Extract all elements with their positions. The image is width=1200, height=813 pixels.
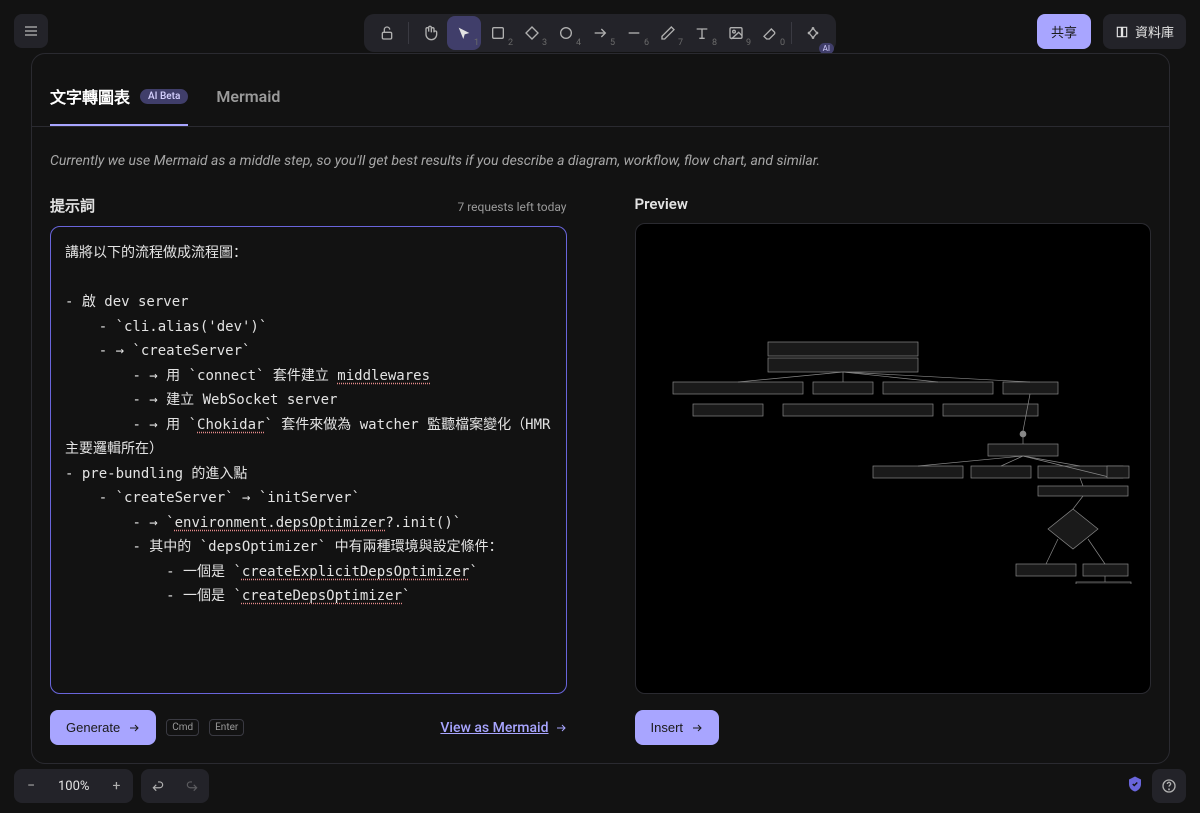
tool-shortcut: 0: [780, 38, 785, 48]
tool-text[interactable]: 8: [685, 16, 719, 50]
hint-text: Currently we use Mermaid as a middle ste…: [32, 127, 1169, 169]
shield-icon[interactable]: [1126, 775, 1144, 797]
undo-button[interactable]: [141, 769, 175, 803]
tool-image[interactable]: 9: [719, 16, 753, 50]
tool-diamond[interactable]: 3: [515, 16, 549, 50]
main-toolbar: 1 2 3 4 5 6 7 8 9 0 AI: [364, 14, 836, 52]
tool-shortcut: 7: [678, 38, 683, 48]
tool-ellipse[interactable]: 4: [549, 16, 583, 50]
share-button[interactable]: 共享: [1037, 14, 1091, 49]
tool-draw[interactable]: 7: [651, 16, 685, 50]
insert-label: Insert: [651, 720, 684, 735]
arrow-right-icon: [691, 722, 703, 734]
insert-button[interactable]: Insert: [635, 710, 720, 745]
help-button[interactable]: [1152, 769, 1186, 803]
tool-shortcut: 8: [712, 38, 717, 48]
tool-shortcut: 9: [746, 38, 751, 48]
view-mermaid-label: View as Mermaid: [440, 720, 548, 736]
tab-bar: 文字轉圖表 AI Beta Mermaid: [32, 54, 1169, 127]
tab-label: Mermaid: [216, 87, 280, 106]
tool-selection[interactable]: 1: [447, 16, 481, 50]
tool-arrow[interactable]: 5: [583, 16, 617, 50]
kbd-enter: Enter: [209, 719, 244, 736]
ai-beta-badge: AI Beta: [140, 89, 188, 104]
view-as-mermaid-link[interactable]: View as Mermaid: [440, 720, 566, 736]
generate-button[interactable]: Generate: [50, 710, 156, 745]
tool-shortcut: 2: [508, 38, 513, 48]
arrow-right-icon: [555, 722, 567, 734]
tool-lock[interactable]: [370, 16, 404, 50]
library-label: 資料庫: [1135, 22, 1174, 41]
zoom-level[interactable]: 100%: [48, 779, 99, 794]
toolbar-divider: [791, 22, 792, 44]
tool-eraser[interactable]: 0: [753, 16, 787, 50]
tool-shortcut: 4: [576, 38, 581, 48]
undo-redo-controls: [141, 769, 209, 803]
redo-button[interactable]: [175, 769, 209, 803]
kbd-cmd: Cmd: [166, 719, 199, 736]
toolbar-divider: [408, 22, 409, 44]
tool-more[interactable]: AI: [796, 16, 830, 50]
tab-mermaid[interactable]: Mermaid: [216, 54, 280, 126]
preview-canvas[interactable]: [635, 223, 1152, 694]
tool-shortcut: 3: [542, 38, 547, 48]
prompt-input[interactable]: 講將以下的流程做成流程圖： - 啟 dev server - `cli.alia…: [50, 226, 567, 694]
quota-text: 7 requests left today: [457, 200, 566, 214]
tool-shortcut: 1: [474, 38, 479, 48]
generate-label: Generate: [66, 720, 120, 735]
prompt-title: 提示詞: [50, 195, 95, 216]
tool-hand[interactable]: [413, 16, 447, 50]
zoom-in-button[interactable]: +: [99, 769, 133, 803]
tool-shortcut: 6: [644, 38, 649, 48]
tab-text-to-diagram[interactable]: 文字轉圖表 AI Beta: [50, 54, 188, 126]
main-menu-button[interactable]: [14, 14, 48, 48]
tool-line[interactable]: 6: [617, 16, 651, 50]
library-button[interactable]: 資料庫: [1103, 14, 1186, 49]
zoom-out-button[interactable]: −: [14, 769, 48, 803]
text-to-diagram-panel: 文字轉圖表 AI Beta Mermaid Currently we use M…: [31, 53, 1170, 764]
flowchart-preview: [653, 334, 1133, 584]
tool-rectangle[interactable]: 2: [481, 16, 515, 50]
tool-shortcut: 5: [610, 38, 615, 48]
arrow-right-icon: [128, 722, 140, 734]
tab-label: 文字轉圖表: [50, 84, 130, 108]
preview-title: Preview: [635, 195, 688, 213]
zoom-controls: − 100% +: [14, 769, 133, 803]
book-icon: [1115, 25, 1129, 39]
